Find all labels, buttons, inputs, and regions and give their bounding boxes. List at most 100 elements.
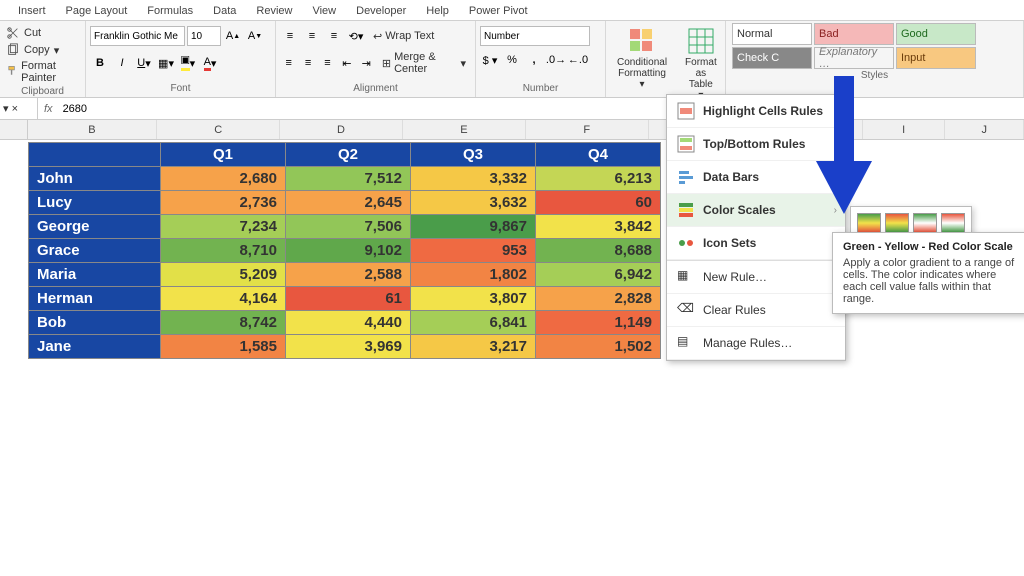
tab-insert[interactable]: Insert	[8, 2, 56, 20]
cell[interactable]: 7,512	[286, 167, 411, 191]
align-center-button[interactable]: ≡	[299, 53, 316, 73]
menu-manage-rules[interactable]: ▤Manage Rules…	[667, 327, 845, 360]
font-color-button[interactable]: A ▾	[200, 53, 220, 73]
tab-power-pivot[interactable]: Power Pivot	[459, 2, 538, 20]
cell[interactable]: 6,841	[411, 311, 536, 335]
header-blank[interactable]	[29, 143, 161, 167]
cell[interactable]: 8,688	[536, 239, 661, 263]
col-j[interactable]: J	[945, 120, 1024, 139]
cell[interactable]: 2,588	[286, 263, 411, 287]
merge-center-button[interactable]: ⊞Merge & Center ▾	[377, 53, 471, 73]
style-explanatory[interactable]: Explanatory …	[814, 47, 894, 69]
decrease-indent-button[interactable]: ⇤	[338, 53, 355, 73]
cell[interactable]: 2,828	[536, 287, 661, 311]
row-name[interactable]: George	[29, 215, 161, 239]
row-name[interactable]: John	[29, 167, 161, 191]
menu-new-rule[interactable]: ▦New Rule…	[667, 260, 845, 294]
cell[interactable]: 6,942	[536, 263, 661, 287]
cell[interactable]: 3,632	[411, 191, 536, 215]
cut-button[interactable]: Cut	[4, 25, 81, 41]
italic-button[interactable]: I	[112, 53, 132, 73]
cell[interactable]: 8,710	[161, 239, 286, 263]
col-d[interactable]: D	[280, 120, 403, 139]
style-bad[interactable]: Bad	[814, 23, 894, 45]
align-middle-button[interactable]: ≡	[302, 26, 322, 46]
align-top-button[interactable]: ≡	[280, 26, 300, 46]
bold-button[interactable]: B	[90, 53, 110, 73]
formula-input[interactable]	[59, 103, 1024, 115]
cell[interactable]: 2,680	[161, 167, 286, 191]
cell[interactable]: 3,842	[536, 215, 661, 239]
tab-help[interactable]: Help	[416, 2, 459, 20]
cell[interactable]: 6,213	[536, 167, 661, 191]
cell[interactable]: 9,867	[411, 215, 536, 239]
cell[interactable]: 2,645	[286, 191, 411, 215]
col-b[interactable]: B	[28, 120, 158, 139]
menu-clear-rules[interactable]: ⌫Clear Rules›	[667, 294, 845, 327]
increase-decimal-button[interactable]: .0→	[546, 50, 566, 70]
col-f[interactable]: F	[526, 120, 649, 139]
col-c[interactable]: C	[157, 120, 280, 139]
cell[interactable]: 5,209	[161, 263, 286, 287]
format-as-table-button[interactable]: Format as Table ▾	[678, 23, 724, 102]
col-e[interactable]: E	[403, 120, 526, 139]
tab-page-layout[interactable]: Page Layout	[56, 2, 138, 20]
percent-button[interactable]: %	[502, 50, 522, 70]
header-q3[interactable]: Q3	[411, 143, 536, 167]
font-size-select[interactable]	[187, 26, 221, 46]
name-box[interactable]: ▾ ×	[0, 98, 38, 119]
cell[interactable]: 3,807	[411, 287, 536, 311]
colorscale-swatch-gyr[interactable]	[857, 213, 881, 233]
header-q2[interactable]: Q2	[286, 143, 411, 167]
style-input[interactable]: Input	[896, 47, 976, 69]
fx-label[interactable]: fx	[38, 103, 59, 115]
cell[interactable]: 61	[286, 287, 411, 311]
cell[interactable]: 9,102	[286, 239, 411, 263]
cell[interactable]: 3,332	[411, 167, 536, 191]
align-bottom-button[interactable]: ≡	[324, 26, 344, 46]
cell[interactable]: 3,217	[411, 335, 536, 359]
header-q1[interactable]: Q1	[161, 143, 286, 167]
row-name[interactable]: Lucy	[29, 191, 161, 215]
cell[interactable]: 1,585	[161, 335, 286, 359]
cell[interactable]: 1,802	[411, 263, 536, 287]
row-name[interactable]: Herman	[29, 287, 161, 311]
colorscale-swatch-ryg[interactable]	[885, 213, 909, 233]
comma-button[interactable]: ,	[524, 50, 544, 70]
orientation-button[interactable]: ⟲▾	[346, 26, 366, 46]
style-check-cell[interactable]: Check C	[732, 47, 812, 69]
cell[interactable]: 4,164	[161, 287, 286, 311]
align-left-button[interactable]: ≡	[280, 53, 297, 73]
wrap-text-button[interactable]: ↩Wrap Text	[368, 26, 439, 46]
cell[interactable]: 1,502	[536, 335, 661, 359]
grow-font-button[interactable]: A▲	[223, 26, 243, 46]
cell[interactable]: 4,440	[286, 311, 411, 335]
shrink-font-button[interactable]: A▼	[245, 26, 265, 46]
decrease-decimal-button[interactable]: ←.0	[568, 50, 588, 70]
number-format-select[interactable]	[480, 26, 590, 46]
col-i[interactable]: I	[863, 120, 946, 139]
format-painter-button[interactable]: Format Painter	[4, 59, 81, 85]
font-name-select[interactable]	[90, 26, 185, 46]
cell[interactable]: 7,234	[161, 215, 286, 239]
style-good[interactable]: Good	[896, 23, 976, 45]
row-name[interactable]: Maria	[29, 263, 161, 287]
header-q4[interactable]: Q4	[536, 143, 661, 167]
tab-view[interactable]: View	[302, 2, 346, 20]
copy-button[interactable]: Copy ▾	[4, 42, 81, 58]
menu-icon-sets[interactable]: Icon Sets›	[667, 227, 845, 260]
cell[interactable]: 3,969	[286, 335, 411, 359]
row-name[interactable]: Grace	[29, 239, 161, 263]
select-all-corner[interactable]	[0, 120, 28, 139]
conditional-formatting-button[interactable]: Conditional Formatting ▾	[610, 23, 674, 102]
cell[interactable]: 1,149	[536, 311, 661, 335]
fill-color-button[interactable]: 🞕 ▾	[178, 53, 198, 73]
tab-formulas[interactable]: Formulas	[137, 2, 203, 20]
currency-button[interactable]: $ ▾	[480, 50, 500, 70]
increase-indent-button[interactable]: ⇥	[358, 53, 375, 73]
row-name[interactable]: Bob	[29, 311, 161, 335]
tab-data[interactable]: Data	[203, 2, 246, 20]
colorscale-swatch-gwr[interactable]	[913, 213, 937, 233]
row-name[interactable]: Jane	[29, 335, 161, 359]
cell[interactable]: 7,506	[286, 215, 411, 239]
